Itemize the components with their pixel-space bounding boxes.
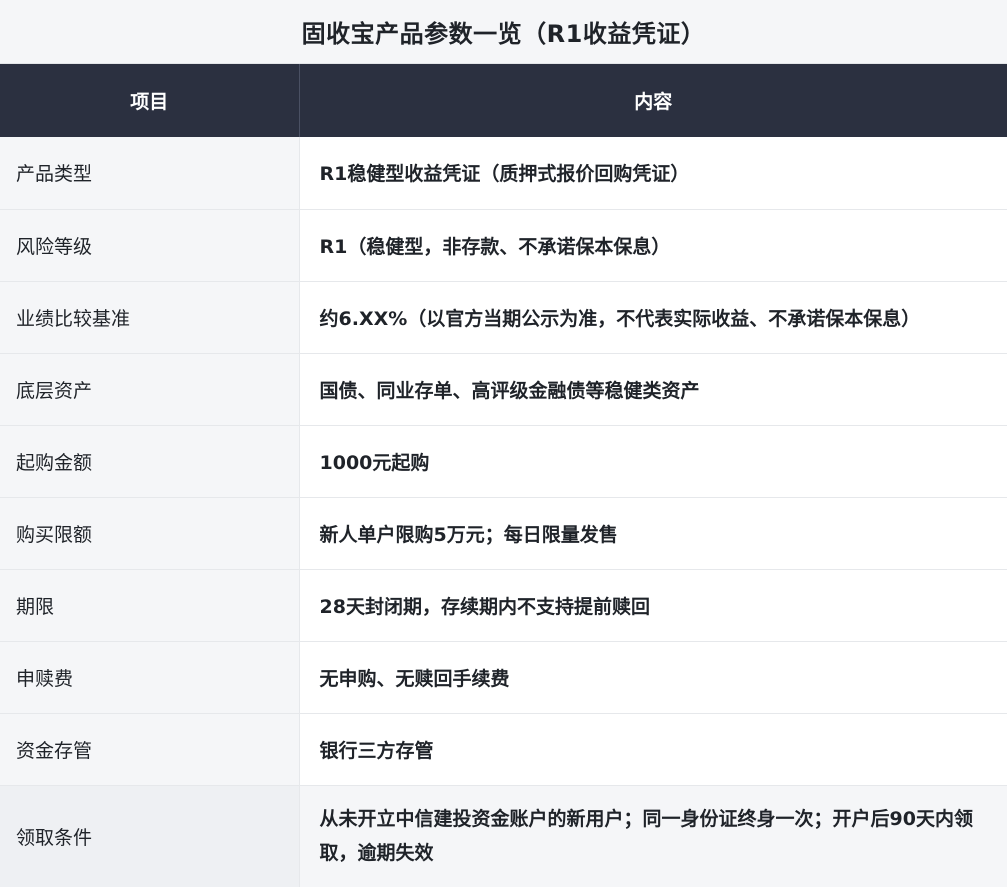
table-row: 底层资产 国债、同业存单、高评级金融债等稳健类资产 (0, 353, 1007, 426)
row-label: 资金存管 (0, 713, 300, 786)
page-title: 固收宝产品参数一览（R1收益凭证） (301, 20, 706, 48)
row-label: 购买限额 (0, 497, 300, 570)
row-label: 期限 (0, 569, 300, 642)
row-label: 产品类型 (0, 137, 300, 210)
table-row: 资金存管 银行三方存管 (0, 713, 1007, 786)
table-row: 业绩比较基准 约6.XX%（以官方当期公示为准，不代表实际收益、不承诺保本保息） (0, 281, 1007, 354)
row-value: 从未开立中信建投资金账户的新用户；同一身份证终身一次；开户后90天内领取，逾期失… (299, 785, 1007, 887)
row-value: R1稳健型收益凭证（质押式报价回购凭证） (299, 137, 1007, 210)
table-row: 起购金额 1000元起购 (0, 425, 1007, 498)
header-content: 内容 (299, 64, 1007, 137)
row-value: 新人单户限购5万元；每日限量发售 (299, 497, 1007, 570)
params-table: 项目 内容 产品类型 R1稳健型收益凭证（质押式报价回购凭证） 风险等级 R1（… (0, 64, 1007, 887)
table-row: 领取条件 从未开立中信建投资金账户的新用户；同一身份证终身一次；开户后90天内领… (0, 785, 1007, 887)
row-label: 业绩比较基准 (0, 281, 300, 354)
table-row: 申赎费 无申购、无赎回手续费 (0, 641, 1007, 714)
row-label: 底层资产 (0, 353, 300, 426)
row-value: 1000元起购 (299, 425, 1007, 498)
table-row: 购买限额 新人单户限购5万元；每日限量发售 (0, 497, 1007, 570)
table-row: 期限 28天封闭期，存续期内不支持提前赎回 (0, 569, 1007, 642)
table-row: 风险等级 R1（稳健型，非存款、不承诺保本保息） (0, 209, 1007, 282)
title-bar: 固收宝产品参数一览（R1收益凭证） (0, 0, 1007, 64)
row-label: 风险等级 (0, 209, 300, 282)
page: 固收宝产品参数一览（R1收益凭证） 项目 内容 产品类型 R1稳健型收益凭证（质… (0, 0, 1007, 887)
header-item: 项目 (0, 64, 300, 137)
row-label: 申赎费 (0, 641, 300, 714)
row-value: R1（稳健型，非存款、不承诺保本保息） (299, 209, 1007, 282)
row-label: 领取条件 (0, 785, 300, 887)
row-value: 28天封闭期，存续期内不支持提前赎回 (299, 569, 1007, 642)
table-header-row: 项目 内容 (0, 64, 1007, 137)
row-value: 国债、同业存单、高评级金融债等稳健类资产 (299, 353, 1007, 426)
table-row: 产品类型 R1稳健型收益凭证（质押式报价回购凭证） (0, 137, 1007, 210)
row-label: 起购金额 (0, 425, 300, 498)
row-value: 无申购、无赎回手续费 (299, 641, 1007, 714)
row-value: 约6.XX%（以官方当期公示为准，不代表实际收益、不承诺保本保息） (299, 281, 1007, 354)
row-value: 银行三方存管 (299, 713, 1007, 786)
